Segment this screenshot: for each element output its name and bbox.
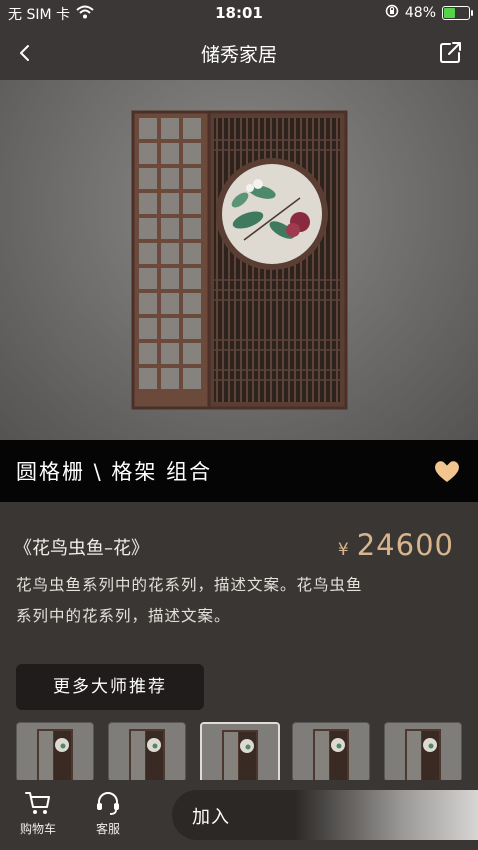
recommend-thumbnail[interactable] <box>292 722 370 782</box>
heart-icon <box>435 461 459 482</box>
status-right: 48% <box>385 4 473 22</box>
lattice-cell <box>161 243 179 264</box>
thumbnail-image <box>293 723 369 781</box>
lattice-cell <box>139 343 157 364</box>
product-description: 花鸟虫鱼系列中的花系列，描述文案。花鸟虫鱼 系列中的花系列，描述文案。 <box>16 570 466 632</box>
cart-label: 购物车 <box>19 822 56 836</box>
orientation-lock-icon <box>385 4 399 22</box>
back-button[interactable] <box>12 38 42 68</box>
lattice-cell <box>183 268 201 289</box>
lattice-cell <box>139 193 157 214</box>
more-masters-button[interactable]: 更多大师推荐 <box>16 664 204 710</box>
lattice-cell <box>161 143 179 164</box>
series-name: 《花鸟虫鱼–花》 <box>14 538 149 559</box>
recommend-thumbnail[interactable] <box>200 722 280 784</box>
service-tab[interactable]: 客服 <box>78 790 138 837</box>
lattice-cell <box>139 318 157 339</box>
lattice-cell <box>161 168 179 189</box>
lattice-cell <box>161 318 179 339</box>
lattice-cell <box>139 218 157 239</box>
product-detail: 《花鸟虫鱼–花》 ¥24600 花鸟虫鱼系列中的花系列，描述文案。花鸟虫鱼 系列… <box>0 502 478 784</box>
lattice-cell <box>139 243 157 264</box>
price: ¥24600 <box>338 528 454 562</box>
lattice-cell <box>161 368 179 389</box>
lattice-cell <box>183 368 201 389</box>
product-title-bar: 圆格栅 \ 格架 组合 <box>0 440 478 502</box>
share-button[interactable] <box>436 38 466 68</box>
lattice-cell <box>183 168 201 189</box>
product-name: 圆格栅 \ 格架 组合 <box>16 460 213 484</box>
currency-symbol: ¥ <box>337 540 349 560</box>
chevron-left-icon <box>20 45 29 61</box>
favorite-button[interactable] <box>432 456 462 486</box>
lattice-cell <box>183 343 201 364</box>
cart-icon <box>25 792 50 814</box>
lattice-cell <box>183 193 201 214</box>
product-image[interactable] <box>0 80 478 440</box>
battery-icon <box>442 6 473 20</box>
add-button-label: 加入 <box>192 807 230 828</box>
lattice-cell <box>139 118 157 139</box>
thumbnail-image <box>385 723 461 781</box>
lattice-cell <box>183 218 201 239</box>
lattice-cell <box>161 193 179 214</box>
price-amount: 24600 <box>356 528 454 562</box>
screen-furniture-illustration <box>131 110 348 410</box>
lattice-cell <box>139 168 157 189</box>
lattice-cell <box>183 143 201 164</box>
recommend-thumbnail[interactable] <box>108 722 186 782</box>
lattice-cell <box>183 118 201 139</box>
nav-bar: 储秀家居 <box>0 26 478 80</box>
lattice-cell <box>183 293 201 314</box>
lattice-cell <box>161 268 179 289</box>
bottom-action-bar: 购物车 客服 加入 <box>0 780 478 850</box>
battery-text: 48% <box>404 5 436 21</box>
lattice-cell <box>139 368 157 389</box>
lattice-cell <box>161 118 179 139</box>
lattice-cell <box>139 293 157 314</box>
service-label: 客服 <box>95 822 120 836</box>
lattice-cell <box>139 143 157 164</box>
status-bar: 无 SIM 卡 18:01 48% <box>0 0 478 26</box>
headset-icon <box>97 792 119 815</box>
description-line: 系列中的花系列，描述文案。 <box>16 607 231 625</box>
description-line: 花鸟虫鱼系列中的花系列，描述文案。花鸟虫鱼 <box>16 576 363 594</box>
thumbnail-image <box>202 724 278 782</box>
lattice-cell <box>183 318 201 339</box>
recommend-thumbnail[interactable] <box>16 722 94 782</box>
lattice-cell <box>139 268 157 289</box>
recommend-thumbnails <box>16 722 476 784</box>
battery-level <box>444 8 455 18</box>
share-icon <box>440 42 461 63</box>
add-to-cart-button[interactable]: 加入 <box>172 790 478 840</box>
recommend-thumbnail[interactable] <box>384 722 462 782</box>
page-title: 储秀家居 <box>200 44 277 66</box>
lattice-cell <box>161 343 179 364</box>
thumbnail-image <box>109 723 185 781</box>
thumbnail-image <box>17 723 93 781</box>
lattice-cell <box>183 243 201 264</box>
lattice-cell <box>161 218 179 239</box>
lattice-cell <box>161 293 179 314</box>
cart-tab[interactable]: 购物车 <box>8 790 68 837</box>
